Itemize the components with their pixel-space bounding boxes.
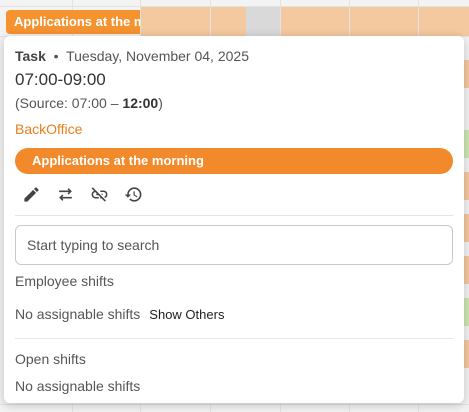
source-end-time: 12:00 [122, 95, 159, 111]
history-icon [124, 186, 141, 202]
open-shifts-empty: No assignable shifts [15, 378, 141, 394]
show-others-button[interactable]: Show Others [149, 307, 224, 322]
task-type-label: Task [15, 48, 46, 64]
history-button[interactable] [122, 183, 144, 205]
source-time: (Source: 07:00 – 12:00) [15, 95, 163, 111]
task-header: Task • Tuesday, November 04, 2025 [15, 48, 453, 66]
task-time-range: 07:00-09:00 [15, 70, 106, 89]
task-name-pill: Applications at the morning [15, 148, 453, 174]
task-actions-toolbar [15, 183, 453, 205]
open-shifts-title: Open shifts [15, 351, 86, 367]
bullet-separator: • [49, 48, 63, 64]
search-input[interactable] [15, 225, 453, 265]
employee-shifts-title: Employee shifts [15, 273, 114, 289]
edit-button[interactable] [20, 183, 42, 205]
swap-button[interactable] [54, 183, 76, 205]
unlink-button[interactable] [88, 183, 110, 205]
divider [15, 215, 453, 216]
swap-icon [58, 187, 72, 201]
pencil-icon [23, 186, 39, 202]
task-date: Tuesday, November 04, 2025 [66, 48, 249, 64]
unlink-icon [91, 186, 107, 202]
schedule-strip [280, 6, 469, 36]
divider [15, 338, 453, 339]
department-link[interactable]: BackOffice [15, 121, 453, 139]
schedule-strip [140, 6, 246, 36]
schedule-event-block[interactable]: Applications at the m [6, 10, 140, 34]
task-details-popover: Task • Tuesday, November 04, 2025 07:00-… [4, 36, 464, 403]
employee-shifts-empty: No assignable shifts [15, 306, 141, 322]
schedule-strip-gap [246, 6, 280, 36]
employee-shifts-row: No assignable shifts Show Others [15, 304, 453, 324]
